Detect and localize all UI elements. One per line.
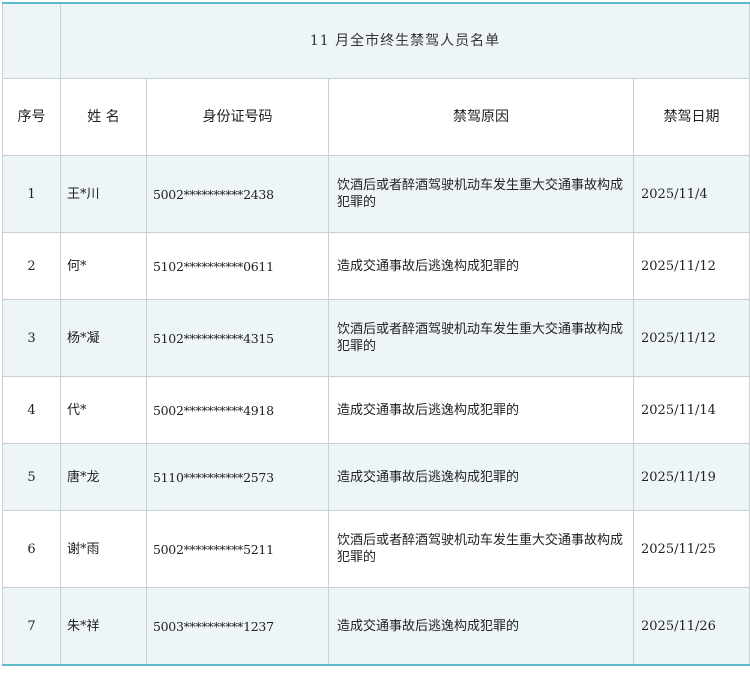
row-id: 5002**********2438 <box>146 155 329 233</box>
row-no: 7 <box>2 587 61 666</box>
title-row: 11 月全市终生禁驾人员名单 <box>2 2 750 79</box>
title-corner-cell <box>2 2 61 79</box>
table-row: 5 唐*龙 5110**********2573 造成交通事故后逃逸构成犯罪的 … <box>2 443 750 511</box>
row-id: 5002**********4918 <box>146 376 329 444</box>
row-date: 2025/11/14 <box>632 376 750 444</box>
row-name: 王*川 <box>60 155 147 233</box>
row-date: 2025/11/19 <box>632 443 750 511</box>
row-name: 何* <box>60 232 147 300</box>
row-name: 唐*龙 <box>60 443 147 511</box>
row-no: 2 <box>2 232 61 300</box>
table-row: 3 杨*凝 5102**********4315 饮酒后或者醉酒驾驶机动车发生重… <box>2 299 750 377</box>
row-date: 2025/11/12 <box>632 299 750 377</box>
row-date: 2025/11/25 <box>632 510 750 588</box>
table-row: 2 何* 5102**********0611 造成交通事故后逃逸构成犯罪的 2… <box>2 232 750 300</box>
table-row: 7 朱*祥 5003**********1237 造成交通事故后逃逸构成犯罪的 … <box>2 587 750 666</box>
row-date: 2025/11/12 <box>632 232 750 300</box>
row-id: 5102**********0611 <box>146 232 329 300</box>
table-row: 6 谢*雨 5002**********5211 饮酒后或者醉酒驾驶机动车发生重… <box>2 510 750 588</box>
row-reason: 饮酒后或者醉酒驾驶机动车发生重大交通事故构成犯罪的 <box>328 510 634 588</box>
row-id: 5002**********5211 <box>146 510 329 588</box>
row-no: 3 <box>2 299 61 377</box>
row-reason: 造成交通事故后逃逸构成犯罪的 <box>328 232 634 300</box>
table-row: 4 代* 5002**********4918 造成交通事故后逃逸构成犯罪的 2… <box>2 376 750 444</box>
row-no: 5 <box>2 443 61 511</box>
row-reason: 造成交通事故后逃逸构成犯罪的 <box>328 443 634 511</box>
row-no: 4 <box>2 376 61 444</box>
row-name: 代* <box>60 376 147 444</box>
row-name: 朱*祥 <box>60 587 147 666</box>
row-reason: 饮酒后或者醉酒驾驶机动车发生重大交通事故构成犯罪的 <box>328 299 634 377</box>
row-reason: 造成交通事故后逃逸构成犯罪的 <box>328 587 634 666</box>
row-name: 谢*雨 <box>60 510 147 588</box>
header-date: 禁驾日期 <box>632 78 750 156</box>
table-row: 1 王*川 5002**********2438 饮酒后或者醉酒驾驶机动车发生重… <box>2 155 750 233</box>
row-no: 1 <box>2 155 61 233</box>
banned-drivers-table: 11 月全市终生禁驾人员名单 序号 姓 名 身份证号码 禁驾原因 禁驾日期 1 … <box>2 2 750 666</box>
row-date: 2025/11/4 <box>632 155 750 233</box>
header-no: 序号 <box>2 78 61 156</box>
row-reason: 饮酒后或者醉酒驾驶机动车发生重大交通事故构成犯罪的 <box>328 155 634 233</box>
header-row: 序号 姓 名 身份证号码 禁驾原因 禁驾日期 <box>2 78 750 156</box>
row-reason: 造成交通事故后逃逸构成犯罪的 <box>328 376 634 444</box>
row-id: 5003**********1237 <box>146 587 329 666</box>
header-id: 身份证号码 <box>146 78 329 156</box>
row-no: 6 <box>2 510 61 588</box>
row-name: 杨*凝 <box>60 299 147 377</box>
row-date: 2025/11/26 <box>632 587 750 666</box>
header-name: 姓 名 <box>60 78 147 156</box>
header-reason: 禁驾原因 <box>328 78 634 156</box>
row-id: 5102**********4315 <box>146 299 329 377</box>
row-id: 5110**********2573 <box>146 443 329 511</box>
table-title: 11 月全市终生禁驾人员名单 <box>59 2 750 79</box>
